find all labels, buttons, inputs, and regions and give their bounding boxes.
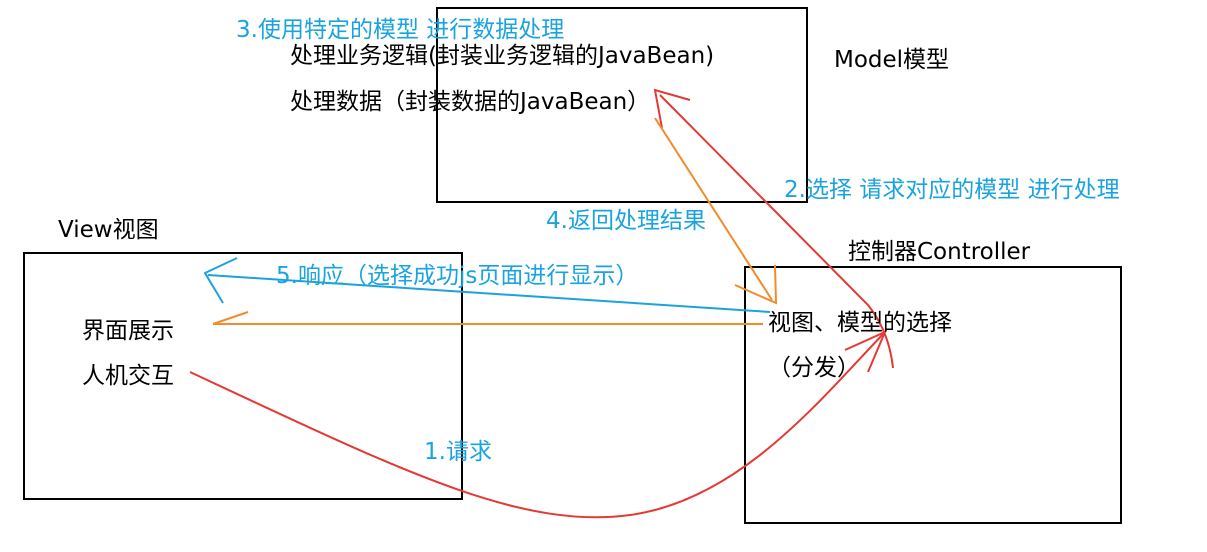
model-line-business-logic: 处理业务逻辑(封装业务逻辑的JavaBean) — [290, 43, 715, 69]
model-title: Model模型 — [834, 47, 950, 73]
step-4-label: 4.返回处理结果 — [546, 208, 706, 234]
view-line-interaction: 人机交互 — [82, 363, 174, 389]
controller-line-select: 视图、模型的选择 — [768, 310, 952, 336]
step-2-label: 2.选择 请求对应的模型 进行处理 — [784, 177, 1120, 203]
controller-title: 控制器Controller — [848, 239, 1031, 265]
mvc-diagram: Model模型 处理业务逻辑(封装业务逻辑的JavaBean) 处理数据（封装数… — [0, 0, 1207, 552]
step-5-label: 5.响应（选择成功js页面进行显示） — [276, 263, 639, 289]
step-3-label: 3.使用特定的模型 进行数据处理 — [236, 17, 565, 43]
view-line-display: 界面展示 — [82, 318, 174, 344]
step-1-label: 1.请求 — [424, 439, 492, 465]
view-title: View视图 — [58, 217, 159, 243]
model-line-data: 处理数据（封装数据的JavaBean） — [290, 89, 651, 115]
controller-line-dispatch: （分发） — [768, 355, 860, 381]
controller-box — [744, 266, 1122, 524]
